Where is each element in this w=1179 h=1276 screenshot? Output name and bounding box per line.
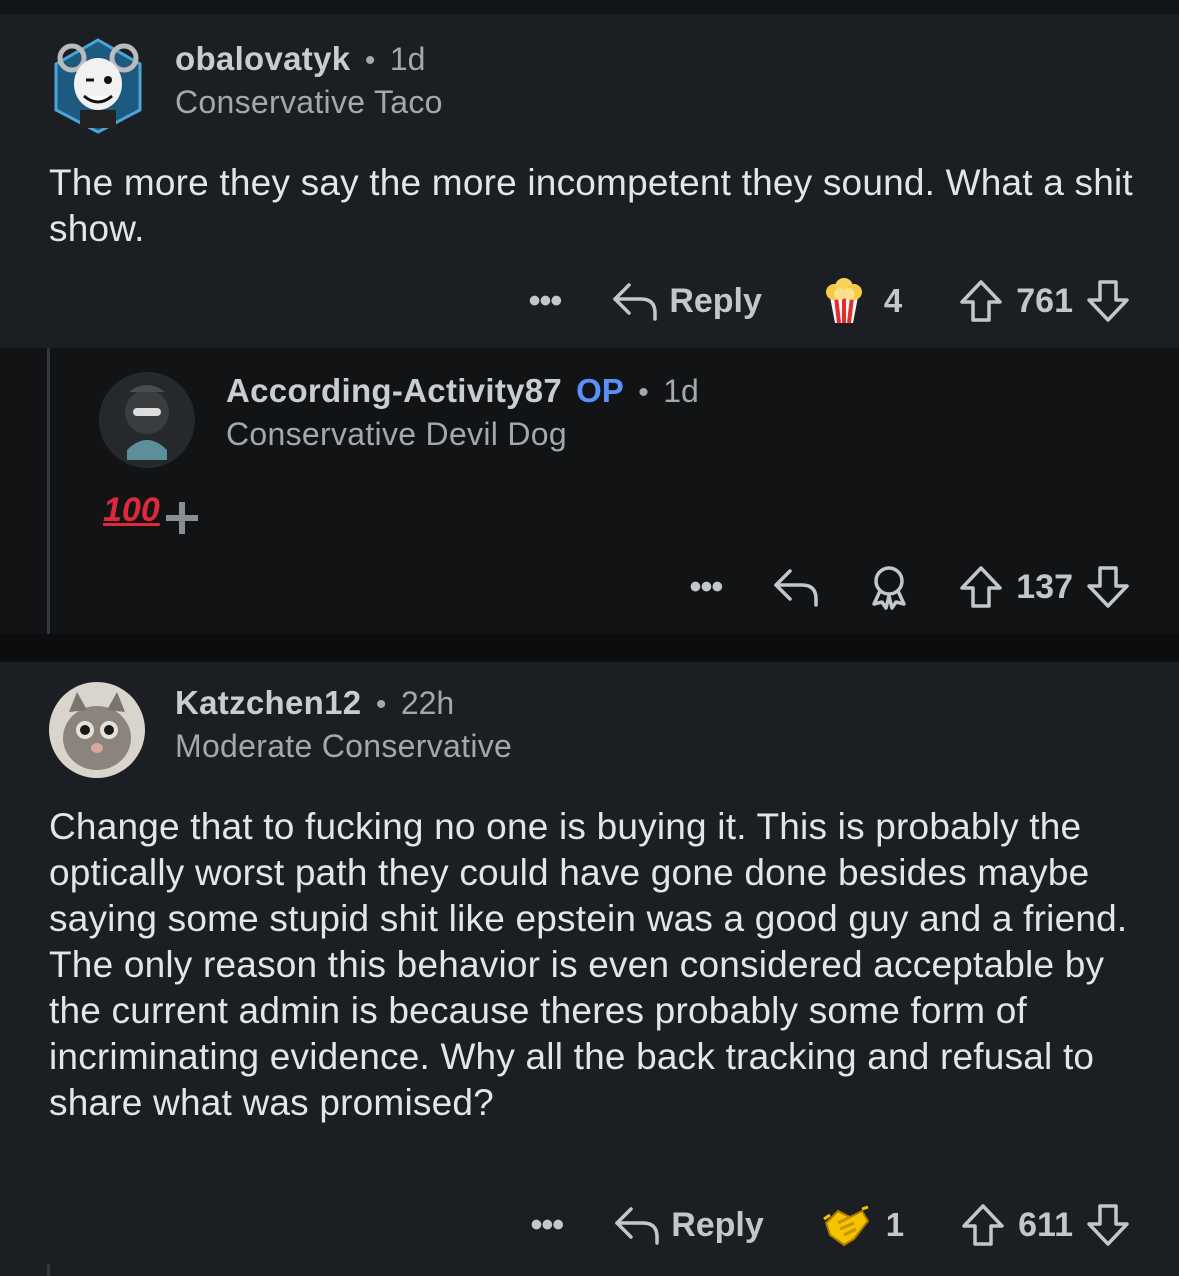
vote-count: 611 [1018,1205,1073,1244]
reply-label: Reply [671,1205,764,1244]
popcorn-award-icon [825,278,862,324]
cat-avatar-icon [49,682,145,778]
thread-line[interactable] [47,1264,50,1276]
award-ribbon-icon [872,566,907,610]
comment-separator [0,634,1179,662]
more-options-button[interactable]: ••• [530,1206,564,1245]
separator-dot: • [638,376,649,409]
plus-icon [166,502,198,534]
reply-button[interactable]: Reply [613,1203,764,1247]
upvote-arrow-icon[interactable] [958,278,1004,324]
comment-meta: obalovatyk • 1d Conservative Taco [175,40,443,121]
avatar[interactable] [50,38,146,134]
downvote-arrow-icon[interactable] [1085,564,1131,610]
user-flair: Conservative Taco [175,84,443,120]
comment-body: The more they say the more incompetent t… [49,162,1133,249]
award-button[interactable]: 4 [818,275,902,327]
comment-meta: Katzchen12 • 22h Moderate Conservative [175,684,512,765]
thread-line[interactable] [47,348,50,634]
reply-arrow-icon [615,1207,659,1245]
comment-obalovatyk: obalovatyk • 1d Conservative Taco The mo… [0,14,1179,348]
hundred-emoji-flair: 100 [103,491,160,529]
vote-controls: 611 [960,1202,1131,1248]
add-reaction-button[interactable] [162,498,202,538]
comment-meta: According-Activity87 OP • 1d Conservative… [226,372,699,453]
comment-actions: ••• Reply 4 761 [529,276,1131,326]
vote-controls: 761 [958,278,1131,324]
avatar[interactable] [49,682,145,778]
award-button[interactable] [866,564,912,610]
op-badge: OP [576,372,624,409]
upvote-arrow-icon[interactable] [960,1202,1006,1248]
username[interactable]: obalovatyk [175,40,350,77]
vote-controls: 137 [958,564,1131,610]
reply-button[interactable]: Reply [611,279,762,323]
top-edge [0,0,1179,14]
user-flair: Conservative Devil Dog [226,416,567,452]
award-count: 4 [883,282,903,319]
username[interactable]: Katzchen12 [175,684,361,721]
reply-arrow-icon [613,283,658,321]
reply-button[interactable] [772,565,820,609]
award-count: 1 [885,1206,905,1243]
comment-age: 1d [389,41,426,77]
comment-body: Change that to fucking no one is buying … [49,806,1128,1123]
avatar[interactable] [99,372,195,468]
vote-count: 761 [1016,281,1073,320]
username[interactable]: According-Activity87 [226,372,562,409]
comment-actions: ••• Reply 1 611 [530,1200,1131,1250]
award-button[interactable]: 1 [820,1199,904,1251]
comment-age: 22h [400,685,455,721]
separator-dot: • [364,44,376,77]
separator-dot: • [375,688,387,721]
comment-katzchen12: Katzchen12 • 22h Moderate Conservative C… [0,662,1179,1276]
comment-according-activity87: According-Activity87 OP • 1d Conservative… [0,348,1179,634]
more-options-button[interactable]: ••• [690,568,724,607]
reply-label: Reply [669,281,762,320]
downvote-arrow-icon[interactable] [1085,1202,1131,1248]
comment-age: 1d [663,373,699,409]
comment-actions: ••• 137 [690,562,1131,612]
more-options-button[interactable]: ••• [529,282,563,321]
downvote-arrow-icon[interactable] [1085,278,1131,324]
handshake-award-icon [822,1205,869,1247]
reply-arrow-icon [774,569,819,607]
user-flair: Moderate Conservative [175,728,513,764]
upvote-arrow-icon[interactable] [958,564,1004,610]
goat-avatar-icon [54,38,142,134]
vote-count: 137 [1016,567,1073,606]
snoo-avatar-icon [99,372,195,468]
